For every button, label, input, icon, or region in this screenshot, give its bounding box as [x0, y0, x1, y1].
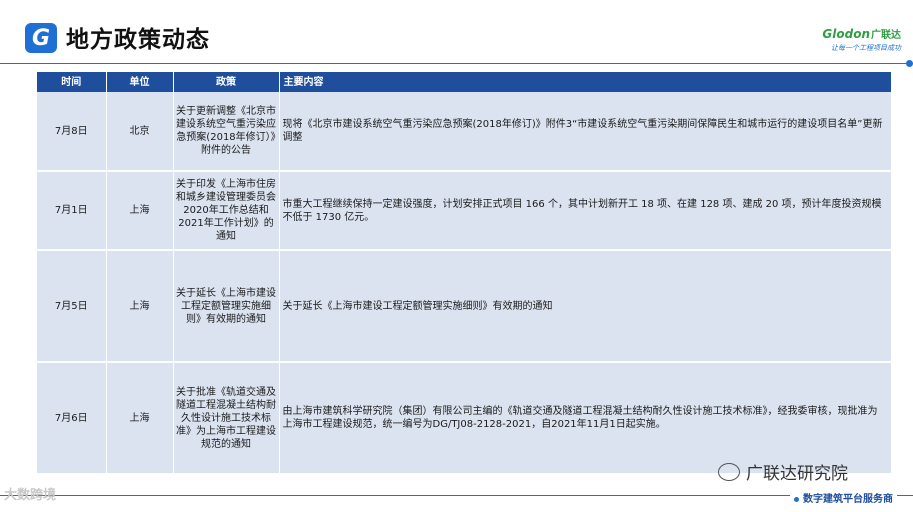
brand-name-en: Glodon	[822, 27, 870, 41]
table-row: 7月1日 上海 关于印发《上海市住房和城乡建设管理委员会2020年工作总结和20…	[37, 171, 892, 251]
cell-content: 关于延长《上海市建设工程定额管理实施细则》有效期的通知	[279, 250, 892, 363]
wechat-watermark: 广联达研究院	[718, 459, 848, 484]
page-title: 地方政策动态	[66, 27, 210, 53]
brand-tagline: 让每一个工程项目成功	[831, 44, 901, 52]
wechat-icon	[718, 462, 740, 481]
cell-unit: 上海	[106, 171, 174, 251]
brand-logo: Glodon广联达 让每一个工程项目成功	[822, 26, 901, 53]
cell-date: 7月8日	[37, 92, 107, 172]
column-header-content: 主要内容	[279, 72, 892, 92]
footer-divider	[0, 495, 913, 496]
cell-policy: 关于印发《上海市住房和城乡建设管理委员会2020年工作总结和2021年工作计划》…	[173, 171, 280, 251]
table-row: 7月8日 北京 关于更新调整《北京市建设系统空气重污染应急预案(2018年修订）…	[37, 92, 892, 172]
policy-table: 时间 单位 政策 主要内容 7月8日 北京 关于更新调整《北京市建设系统空气重污…	[37, 72, 892, 475]
column-header-policy: 政策	[173, 72, 280, 92]
header-divider	[0, 60, 913, 67]
cell-unit: 北京	[106, 92, 174, 172]
cell-unit: 上海	[106, 250, 174, 363]
cell-content: 现将《北京市建设系统空气重污染应急预案(2018年修订)》附件3“市建设系统空气…	[279, 92, 892, 172]
cell-policy: 关于批准《轨道交通及隧道工程混凝土结构耐久性设计施工技术标准》为上海市工程建设规…	[173, 362, 280, 475]
cell-date: 7月1日	[37, 171, 107, 251]
column-header-unit: 单位	[106, 72, 174, 92]
cell-content: 市重大工程继续保持一定建设强度，计划安排正式项目 166 个，其中计划新开工 1…	[279, 171, 892, 251]
watermark-text: 广联达研究院	[746, 464, 848, 484]
cell-date: 7月6日	[37, 362, 107, 475]
table-row: 7月6日 上海 关于批准《轨道交通及隧道工程混凝土结构耐久性设计施工技术标准》为…	[37, 362, 892, 475]
cell-policy: 关于延长《上海市建设工程定额管理实施细则》有效期的通知	[173, 250, 280, 363]
cell-content: 由上海市建筑科学研究院（集团）有限公司主编的《轨道交通及隧道工程混凝土结构耐久性…	[279, 362, 892, 475]
glodon-logo-icon: G	[25, 23, 57, 53]
brand-name: Glodon广联达	[822, 26, 901, 41]
table-header-row: 时间 单位 政策 主要内容	[37, 72, 892, 92]
corner-watermark: 大数跨境	[4, 488, 57, 503]
cell-unit: 上海	[106, 362, 174, 475]
cell-policy: 关于更新调整《北京市建设系统空气重污染应急预案(2018年修订）》附件的公告	[173, 92, 280, 172]
table-row: 7月5日 上海 关于延长《上海市建设工程定额管理实施细则》有效期的通知 关于延长…	[37, 250, 892, 363]
footer-tagline: 数字建筑平台服务商	[790, 490, 897, 505]
column-header-date: 时间	[37, 72, 107, 92]
cell-date: 7月5日	[37, 250, 107, 363]
brand-name-cn: 广联达	[871, 30, 901, 41]
